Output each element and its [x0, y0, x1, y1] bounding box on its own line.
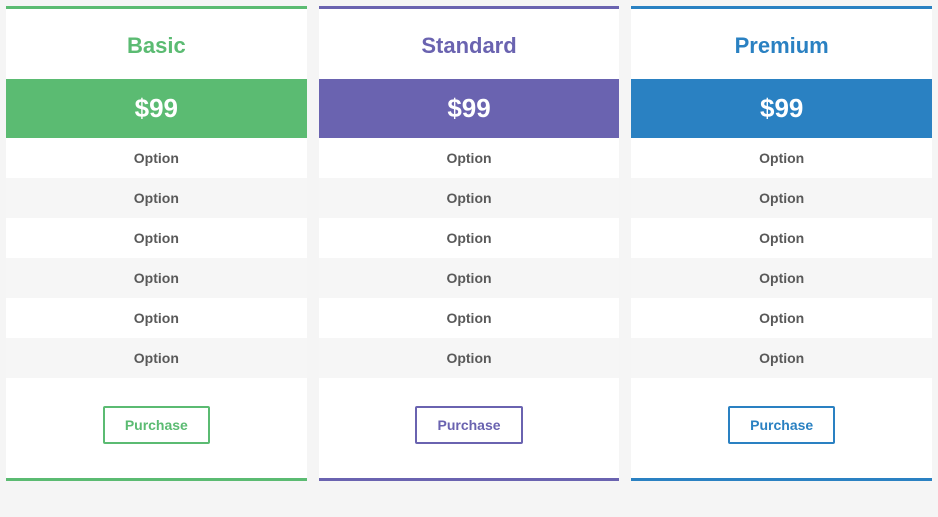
feature-list-premium: Option Option Option Option Option Optio… — [631, 138, 932, 378]
purchase-wrap: Purchase — [6, 378, 307, 478]
feature-list-standard: Option Option Option Option Option Optio… — [319, 138, 620, 378]
plan-price-premium: $99 — [631, 79, 932, 138]
list-item: Option — [6, 298, 307, 338]
list-item: Option — [319, 298, 620, 338]
list-item: Option — [631, 218, 932, 258]
list-item: Option — [631, 138, 932, 178]
pricing-card-basic: Basic $99 Option Option Option Option Op… — [6, 6, 307, 481]
list-item: Option — [319, 138, 620, 178]
list-item: Option — [6, 138, 307, 178]
list-item: Option — [6, 258, 307, 298]
pricing-card-standard: Standard $99 Option Option Option Option… — [319, 6, 620, 481]
list-item: Option — [319, 178, 620, 218]
plan-price-standard: $99 — [319, 79, 620, 138]
list-item: Option — [631, 298, 932, 338]
list-item: Option — [319, 258, 620, 298]
purchase-button-premium[interactable]: Purchase — [728, 406, 835, 444]
purchase-wrap: Purchase — [319, 378, 620, 478]
list-item: Option — [6, 178, 307, 218]
list-item: Option — [6, 218, 307, 258]
plan-title-basic: Basic — [6, 9, 307, 79]
list-item: Option — [631, 258, 932, 298]
pricing-card-premium: Premium $99 Option Option Option Option … — [631, 6, 932, 481]
plan-title-premium: Premium — [631, 9, 932, 79]
plan-title-standard: Standard — [319, 9, 620, 79]
pricing-container: Basic $99 Option Option Option Option Op… — [6, 6, 932, 481]
list-item: Option — [631, 178, 932, 218]
purchase-button-standard[interactable]: Purchase — [415, 406, 522, 444]
list-item: Option — [319, 218, 620, 258]
list-item: Option — [631, 338, 932, 378]
purchase-wrap: Purchase — [631, 378, 932, 478]
feature-list-basic: Option Option Option Option Option Optio… — [6, 138, 307, 378]
list-item: Option — [319, 338, 620, 378]
purchase-button-basic[interactable]: Purchase — [103, 406, 210, 444]
plan-price-basic: $99 — [6, 79, 307, 138]
list-item: Option — [6, 338, 307, 378]
